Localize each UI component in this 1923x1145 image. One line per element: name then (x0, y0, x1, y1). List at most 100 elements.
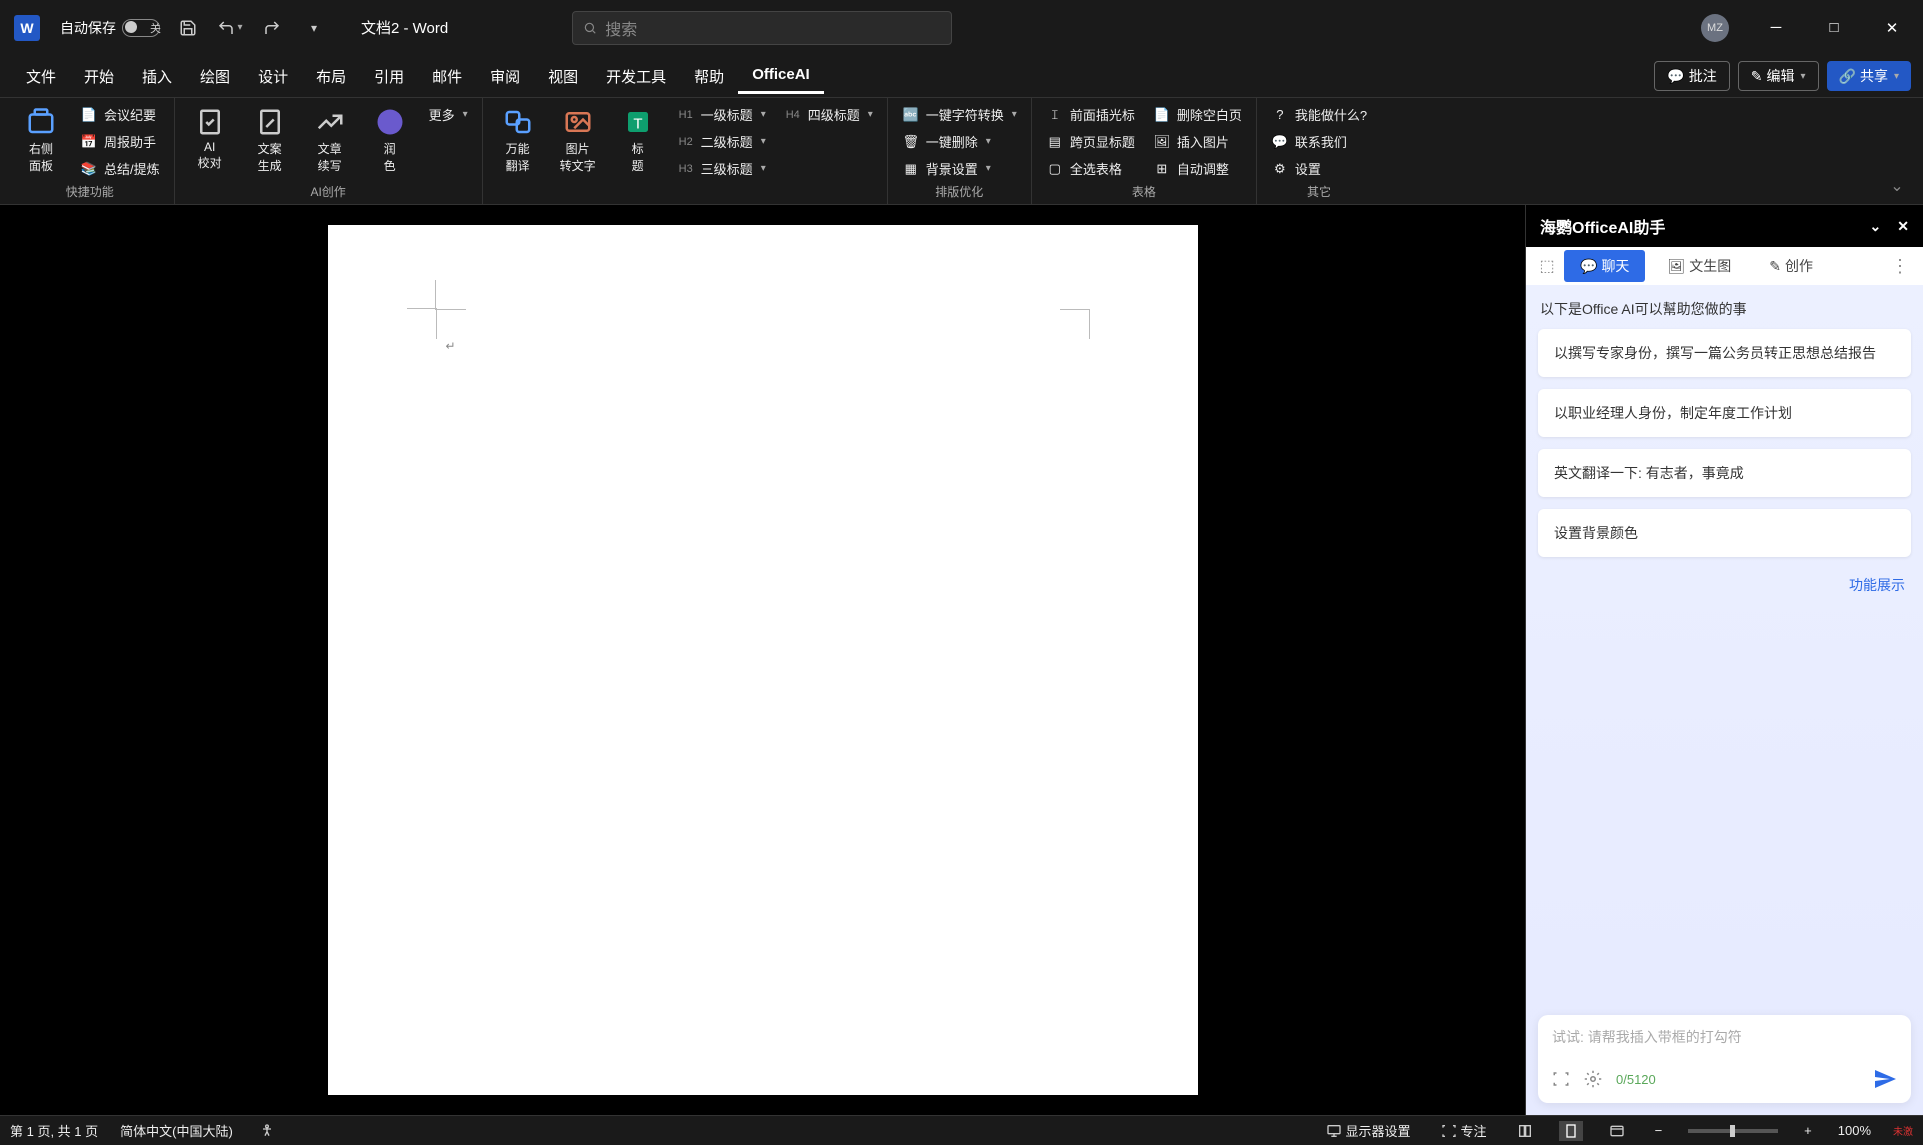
suggestion-card[interactable]: 设置背景颜色 (1538, 509, 1911, 557)
heading4-button[interactable]: H4四级标题▾ (778, 102, 879, 127)
group-label (491, 184, 879, 202)
qat-overflow-icon[interactable]: ▾ (299, 13, 329, 43)
ai-tab-create[interactable]: ✎创作 (1753, 250, 1829, 282)
char-counter: 0/5120 (1616, 1072, 1656, 1087)
read-mode-icon[interactable] (1513, 1121, 1537, 1141)
tab-home[interactable]: 开始 (70, 58, 128, 95)
heading1-button[interactable]: H1一级标题▾ (671, 102, 772, 127)
ai-tab-text2img[interactable]: 🖼文生图 (1651, 250, 1747, 282)
document-viewport[interactable]: ↵ (0, 205, 1525, 1115)
save-icon[interactable] (173, 13, 203, 43)
title-button[interactable]: T标 题 (611, 102, 665, 178)
close-button[interactable]: ✕ (1869, 12, 1915, 44)
maximize-button[interactable]: □ (1811, 12, 1857, 44)
tab-officeai[interactable]: OfficeAI (738, 58, 824, 94)
ai-chat-input[interactable]: 试试: 请帮我插入带框的打勾符 0/5120 (1538, 1015, 1911, 1103)
contact-us-button[interactable]: 💬联系我们 (1265, 129, 1373, 154)
h3-icon: H3 (677, 160, 695, 178)
tab-references[interactable]: 引用 (360, 58, 418, 95)
ai-tab-chat[interactable]: 💬聊天 (1564, 250, 1645, 282)
page-status[interactable]: 第 1 页, 共 1 页 (10, 1121, 98, 1140)
close-panel-icon[interactable]: ✕ (1897, 218, 1909, 235)
web-layout-icon[interactable] (1605, 1121, 1629, 1141)
heading3-button[interactable]: H3三级标题▾ (671, 156, 772, 181)
meeting-summary-button[interactable]: 📄会议纪要 (74, 102, 166, 127)
document-page[interactable]: ↵ (328, 225, 1198, 1095)
insert-cursor-before-button[interactable]: 𝙸前面插光标 (1040, 102, 1141, 127)
send-button[interactable] (1873, 1067, 1897, 1091)
tab-draw[interactable]: 绘图 (186, 58, 244, 95)
autosave-toggle[interactable]: 自动保存 关 (60, 18, 161, 38)
continue-label: 文章 续写 (318, 140, 342, 174)
select-all-table-button[interactable]: ▢全选表格 (1040, 156, 1141, 181)
repeat-header-button[interactable]: ▤跨页显标题 (1040, 129, 1141, 154)
picture-icon: 🖼 (1153, 133, 1171, 151)
zoom-percentage[interactable]: 100% (1838, 1123, 1871, 1138)
background-settings-button[interactable]: ▦背景设置▾ (896, 156, 1023, 181)
ai-proofread-button[interactable]: AI 校对 (183, 102, 237, 175)
zoom-out-button[interactable]: − (1651, 1121, 1667, 1140)
contact-label: 联系我们 (1295, 132, 1347, 151)
char-convert-button[interactable]: 🔤一键字符转换▾ (896, 102, 1023, 127)
image-to-text-button[interactable]: 图片 转文字 (551, 102, 605, 178)
delete-blank-page-button[interactable]: 📄删除空白页 (1147, 102, 1248, 127)
minimize-button[interactable]: ─ (1753, 12, 1799, 44)
continue-writing-button[interactable]: 文章 续写 (303, 102, 357, 178)
one-click-delete-button[interactable]: 🗑一键删除▾ (896, 129, 1023, 154)
ribbon-collapse-button[interactable]: ⌄ (1877, 98, 1917, 204)
accessibility-icon[interactable] (255, 1121, 279, 1141)
tab-file[interactable]: 文件 (12, 58, 70, 95)
zoom-in-button[interactable]: + (1800, 1121, 1816, 1140)
word-app-icon: W (14, 15, 40, 41)
chevron-down-icon: ▾ (986, 163, 991, 174)
table-header-icon: ▤ (1046, 133, 1064, 151)
search-input[interactable]: 搜索 (572, 11, 952, 45)
tab-layout[interactable]: 布局 (302, 58, 360, 95)
weekly-report-button[interactable]: 📅周报助手 (74, 129, 166, 154)
edit-mode-button[interactable]: ✎编辑▾ (1738, 61, 1819, 91)
cube-icon[interactable]: ⬚ (1536, 255, 1558, 277)
redo-icon[interactable] (257, 13, 287, 43)
tab-view[interactable]: 视图 (534, 58, 592, 95)
scan-icon[interactable] (1552, 1070, 1570, 1088)
polish-button[interactable]: 润 色 (363, 102, 417, 178)
suggestion-card[interactable]: 以职业经理人身份，制定年度工作计划 (1538, 389, 1911, 437)
share-button[interactable]: 🔗共享▾ (1827, 61, 1911, 91)
suggestion-card[interactable]: 以撰写专家身份，撰写一篇公务员转正思想总结报告 (1538, 329, 1911, 377)
tab-design[interactable]: 设计 (244, 58, 302, 95)
input-settings-icon[interactable] (1584, 1070, 1602, 1088)
suggestion-card[interactable]: 英文翻译一下: 有志者，事竟成 (1538, 449, 1911, 497)
settings-button[interactable]: ⚙设置 (1265, 156, 1373, 181)
zoom-slider[interactable] (1688, 1129, 1778, 1133)
what-can-i-do-button[interactable]: ?我能做什么? (1265, 102, 1373, 127)
more-button[interactable]: 更多▾ (423, 102, 474, 127)
edit-label: 编辑 (1767, 66, 1795, 86)
heading2-button[interactable]: H2二级标题▾ (671, 129, 772, 154)
function-showcase-link[interactable]: 功能展示 (1526, 557, 1923, 595)
translate-button[interactable]: 万能 翻译 (491, 102, 545, 178)
focus-mode-button[interactable]: 专注 (1437, 1119, 1491, 1142)
user-avatar[interactable]: MZ (1701, 14, 1729, 42)
h3-label: 三级标题 (701, 159, 753, 178)
tab-insert[interactable]: 插入 (128, 58, 186, 95)
whatcan-label: 我能做什么? (1295, 105, 1367, 124)
focus-label: 专注 (1461, 1121, 1487, 1140)
display-settings-button[interactable]: 显示器设置 (1322, 1119, 1415, 1142)
tab-mailings[interactable]: 邮件 (418, 58, 476, 95)
auto-adjust-button[interactable]: ⊞自动调整 (1147, 156, 1248, 181)
insert-picture-button[interactable]: 🖼插入图片 (1147, 129, 1248, 154)
print-layout-icon[interactable] (1559, 1121, 1583, 1141)
chevron-down-icon: ⌄ (1890, 176, 1903, 196)
language-status[interactable]: 简体中文(中国大陆) (120, 1121, 233, 1140)
copy-generate-button[interactable]: 文案 生成 (243, 102, 297, 178)
comments-button[interactable]: 💬批注 (1654, 61, 1729, 91)
right-panel-button[interactable]: 右侧 面板 (14, 102, 68, 178)
ai-tabs-more-icon[interactable]: ⋮ (1887, 257, 1913, 275)
summarize-button[interactable]: 📚总结/提炼 (74, 156, 166, 181)
collapse-panel-icon[interactable]: ⌄ (1870, 218, 1882, 235)
tab-review[interactable]: 审阅 (476, 58, 534, 95)
undo-icon[interactable]: ▾ (215, 13, 245, 43)
share-label: 共享 (1860, 66, 1888, 86)
tab-help[interactable]: 帮助 (680, 58, 738, 95)
tab-dev[interactable]: 开发工具 (592, 58, 680, 95)
